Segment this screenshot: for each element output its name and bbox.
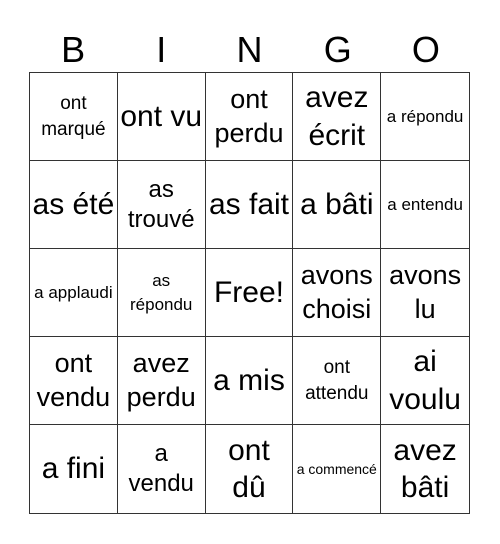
- bingo-cell-text: ont vendu: [36, 347, 111, 412]
- header-letter-n: N: [236, 29, 263, 70]
- bingo-cell-text: a vendu: [128, 440, 194, 497]
- bingo-cell[interactable]: ont vu: [117, 73, 206, 161]
- bingo-cell[interactable]: avez écrit: [293, 73, 382, 161]
- bingo-header: B I N G O: [29, 28, 470, 72]
- bingo-cell[interactable]: ont perdu: [205, 73, 294, 161]
- bingo-cell[interactable]: ont attendu: [293, 337, 382, 425]
- bingo-cell-text: ai voulu: [389, 345, 461, 416]
- bingo-cell-text: as fait: [208, 187, 290, 221]
- bingo-cell[interactable]: as répondu: [117, 249, 206, 337]
- bingo-cell[interactable]: avez bâti: [381, 425, 469, 513]
- bingo-cell-text: ont vu: [120, 99, 203, 133]
- bingo-cell[interactable]: a commencé: [293, 425, 382, 513]
- bingo-cell[interactable]: a vendu: [118, 425, 206, 513]
- bingo-cell[interactable]: avons choisi: [293, 249, 382, 337]
- bingo-grid: ont marqué ont vu ont perdu avez écrit a rép…: [29, 72, 470, 514]
- bingo-cell-text: avez bâti: [393, 433, 457, 505]
- bingo-cell-text: ont dû: [228, 433, 270, 505]
- bingo-cell-text: avons choisi: [300, 259, 373, 324]
- bingo-cell-text: ont marqué: [41, 92, 106, 140]
- bingo-cell-text: a mis: [213, 363, 285, 397]
- bingo-cell-text: ont perdu: [214, 83, 284, 148]
- bingo-cell[interactable]: ont vendu: [30, 337, 118, 425]
- bingo-cell-text: Free!: [213, 275, 284, 309]
- bingo-cell[interactable]: ai voulu: [381, 337, 469, 425]
- bingo-cell[interactable]: a fini: [30, 425, 118, 513]
- bingo-cell[interactable]: avez perdu: [117, 337, 206, 425]
- bingo-cell[interactable]: ont dû: [206, 425, 294, 513]
- bingo-cell-text: avons lu: [389, 259, 462, 324]
- bingo-cell-text: avez écrit: [305, 81, 369, 152]
- bingo-cell[interactable]: a répondu: [381, 73, 469, 161]
- bingo-cell[interactable]: a entendu: [381, 161, 469, 249]
- bingo-cell-text: ont attendu: [305, 356, 369, 404]
- bingo-cell[interactable]: ont marqué: [30, 73, 118, 161]
- bingo-cell[interactable]: a applaudi: [30, 249, 118, 337]
- bingo-cell[interactable]: a mis: [205, 337, 294, 425]
- bingo-cell-text: as répondu: [130, 270, 193, 314]
- bingo-cell[interactable]: as été: [30, 161, 118, 249]
- bingo-cell-text: a bâti: [300, 187, 374, 221]
- bingo-cell[interactable]: a bâti: [293, 161, 382, 249]
- bingo-cell[interactable]: avons lu: [381, 249, 469, 337]
- header-letter-g: G: [323, 29, 352, 70]
- bingo-cell[interactable]: as trouvé: [117, 161, 206, 249]
- bingo-free-cell[interactable]: Free!: [205, 249, 294, 337]
- bingo-cell-text: a répondu: [386, 106, 464, 126]
- header-letter-o: O: [411, 29, 440, 70]
- header-letter-b: B: [61, 29, 86, 70]
- bingo-cell-text: a applaudi: [34, 282, 113, 302]
- bingo-cell-text: a fini: [41, 452, 106, 486]
- bingo-cell-text: as trouvé: [127, 175, 195, 233]
- bingo-cell-text: a commencé: [296, 460, 377, 477]
- bingo-cell-text: avez perdu: [126, 347, 196, 412]
- bingo-cell-text: a entendu: [387, 194, 463, 214]
- bingo-cell-text: as été: [32, 187, 115, 221]
- bingo-cell[interactable]: as fait: [205, 161, 294, 249]
- header-letter-i: I: [156, 29, 167, 70]
